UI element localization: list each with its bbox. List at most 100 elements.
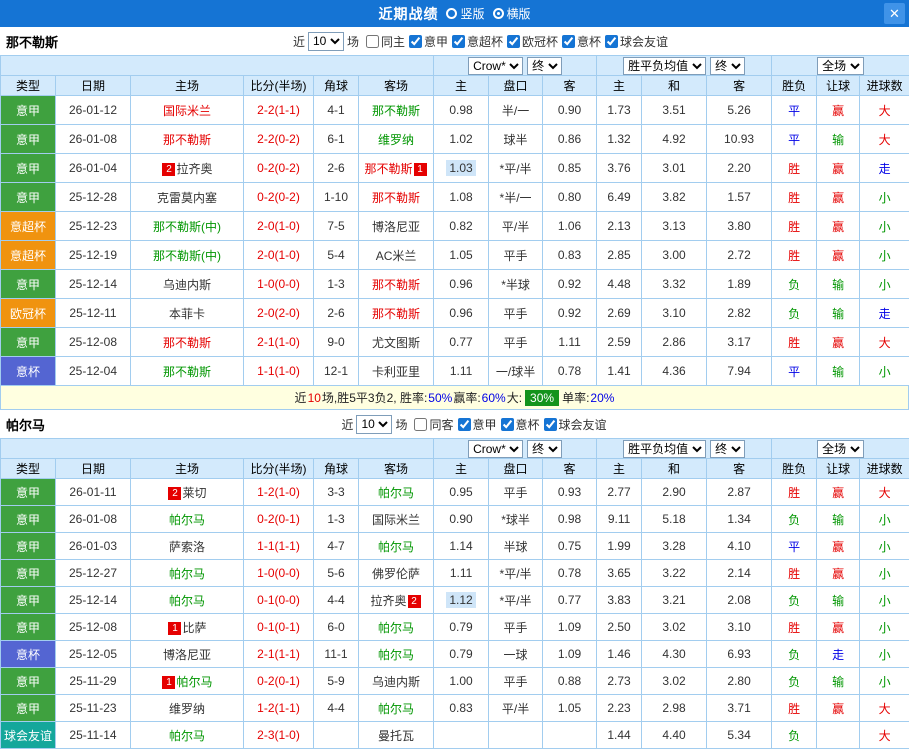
home-team-cell: 那不勒斯 (130, 327, 244, 357)
date-cell: 25-12-08 (55, 327, 131, 357)
matches-table: Crow* 终胜平负均值终全场 类型 日期 主场 比分(半场) 角球 客场主盘口客主和客胜负让… (0, 438, 909, 749)
filter-checkbox[interactable]: 球会友谊 (543, 416, 607, 433)
filter-checkbox-input[interactable] (507, 34, 521, 48)
score-cell: 1-0(0-0) (243, 559, 314, 587)
result-cell: 负 (771, 298, 818, 328)
filter-checkbox-input[interactable] (365, 34, 379, 48)
filter-checkbox[interactable]: 同主 (365, 33, 405, 50)
result-cell: 胜 (771, 694, 818, 722)
odds-source-select[interactable]: Crow* (468, 439, 524, 458)
scope-select[interactable]: 全场 (817, 56, 865, 75)
asian-handicap-cell: 平手 (488, 667, 544, 695)
euro-away-odds-cell: 1.57 (706, 182, 773, 212)
away-team-cell: 拉齐奥 2 (357, 586, 435, 614)
score-cell: 0-1(0-1) (243, 613, 314, 641)
asian-handicap-cell: *半/一 (488, 182, 544, 212)
filter-checkbox-input[interactable] (605, 34, 619, 48)
away-team-cell: 曼托瓦 (357, 721, 435, 749)
close-button[interactable]: ✕ (884, 3, 905, 24)
filter-checkbox-input[interactable] (414, 417, 428, 431)
asian-home-odds-cell: 1.05 (433, 240, 490, 270)
filter-checkbox-input[interactable] (457, 417, 471, 431)
europe-odds-select[interactable]: 胜平负均值 (623, 439, 707, 458)
filter-checkbox[interactable]: 同客 (414, 416, 454, 433)
asian-away-odds-cell (542, 721, 598, 749)
filter-checkbox[interactable]: 意杯 (500, 416, 540, 433)
goals-result-cell: 小 (859, 269, 909, 299)
asian-away-odds-cell: 0.77 (542, 586, 598, 614)
filter-checkbox-input[interactable] (452, 34, 465, 48)
team-section-away: 帕尔马 近 10 场 同客 意甲 意杯 球会友谊 Crow* 终胜平负均值终全场 类型 日期… (0, 410, 909, 749)
goals-result-cell: 小 (859, 667, 909, 695)
asian-home-odds-cell: 0.95 (433, 478, 490, 506)
date-cell: 26-01-03 (55, 532, 131, 560)
europe-odds-select[interactable]: 胜平负均值 (623, 56, 707, 75)
filter-checkbox-input[interactable] (562, 34, 576, 48)
filter-checkbox-input[interactable] (500, 417, 514, 431)
asian-home-odds-cell: 1.02 (433, 124, 490, 154)
euro-away-odds-cell: 2.72 (706, 240, 773, 270)
euro-home-odds-cell: 4.48 (596, 269, 643, 299)
league-badge: 意甲 (0, 182, 56, 212)
final-odds-select[interactable]: 终 (527, 56, 563, 75)
result-cell: 负 (771, 586, 818, 614)
goals-result-cell: 小 (859, 640, 909, 668)
final-europe-select[interactable]: 终 (710, 56, 746, 75)
asian-handicap-cell: 平手 (488, 478, 544, 506)
league-badge: 意甲 (0, 559, 56, 587)
asian-handicap-cell (488, 721, 544, 749)
league-badge: 意甲 (0, 613, 56, 641)
column-header: 客 (706, 75, 773, 96)
final-odds-select[interactable]: 终 (527, 439, 563, 458)
odds-source-select[interactable]: Crow* (468, 56, 524, 75)
euro-draw-odds-cell: 3.02 (641, 613, 708, 641)
column-header: 主 (596, 458, 643, 479)
matches-table: Crow* 终胜平负均值终全场 类型 日期 主场 比分(半场) 角球 客场主盘口客主和客胜负让… (0, 55, 909, 386)
filter-checkbox[interactable]: 欧冠杯 (507, 33, 558, 50)
summary-text: 大: (506, 391, 523, 405)
match-row: 意甲 25-11-29 1 帕尔马 0-2(0-1) 5-9 乌迪内斯 1.00 平手 0.88 2… (0, 667, 909, 695)
scope-select[interactable]: 全场 (817, 439, 865, 458)
home-team-cell: 萨索洛 (130, 532, 244, 560)
filter-checkbox[interactable]: 意杯 (562, 33, 601, 50)
euro-home-odds-cell: 2.59 (596, 327, 643, 357)
final-europe-select[interactable]: 终 (710, 439, 746, 458)
asian-away-odds-cell: 0.83 (542, 240, 598, 270)
result-cell: 负 (771, 667, 818, 695)
away-team-cell: 国际米兰 (357, 505, 435, 533)
euro-home-odds-cell: 2.23 (596, 694, 643, 722)
filter-checkbox[interactable]: 球会友谊 (605, 33, 668, 50)
result-cell: 胜 (771, 153, 818, 183)
team-name: 那不勒斯 (6, 34, 59, 50)
column-header: 和 (641, 75, 708, 96)
league-badge: 意甲 (0, 124, 56, 154)
asian-handicap-cell: 平手 (488, 240, 544, 270)
result-cell: 胜 (771, 240, 818, 270)
euro-away-odds-cell: 2.80 (706, 667, 773, 695)
layout-radio-horizontal[interactable]: 横版 (492, 5, 531, 22)
goals-result-cell: 小 (859, 240, 909, 270)
euro-home-odds-cell: 1.44 (596, 721, 643, 749)
recent-count-select[interactable]: 10 (307, 31, 344, 51)
euro-away-odds-cell: 2.14 (706, 559, 773, 587)
handicap-result-cell: 走 (816, 640, 861, 668)
home-team-cell: 那不勒斯 (130, 124, 244, 154)
result-cell: 平 (771, 356, 818, 386)
asian-away-odds-cell: 1.05 (542, 694, 598, 722)
asian-away-odds-cell: 0.86 (542, 124, 598, 154)
column-header: 和 (641, 458, 708, 479)
league-badge: 意甲 (0, 505, 56, 533)
euro-away-odds-cell: 1.89 (706, 269, 773, 299)
recent-count-select[interactable]: 10 (356, 414, 393, 434)
team-name: 帕尔马 (6, 417, 46, 433)
asian-handicap-cell: *平/半 (488, 559, 544, 587)
filter-checkbox-input[interactable] (408, 34, 422, 48)
filter-checkbox[interactable]: 意超杯 (452, 33, 503, 50)
layout-radio-vertical[interactable]: 竖版 (446, 5, 485, 22)
result-cell: 平 (771, 95, 818, 125)
column-header: 客场 (357, 458, 435, 479)
filter-checkbox[interactable]: 意甲 (457, 416, 497, 433)
filter-checkbox[interactable]: 意甲 (408, 33, 448, 50)
filter-checkbox-input[interactable] (543, 417, 557, 431)
league-badge: 球会友谊 (0, 721, 56, 749)
